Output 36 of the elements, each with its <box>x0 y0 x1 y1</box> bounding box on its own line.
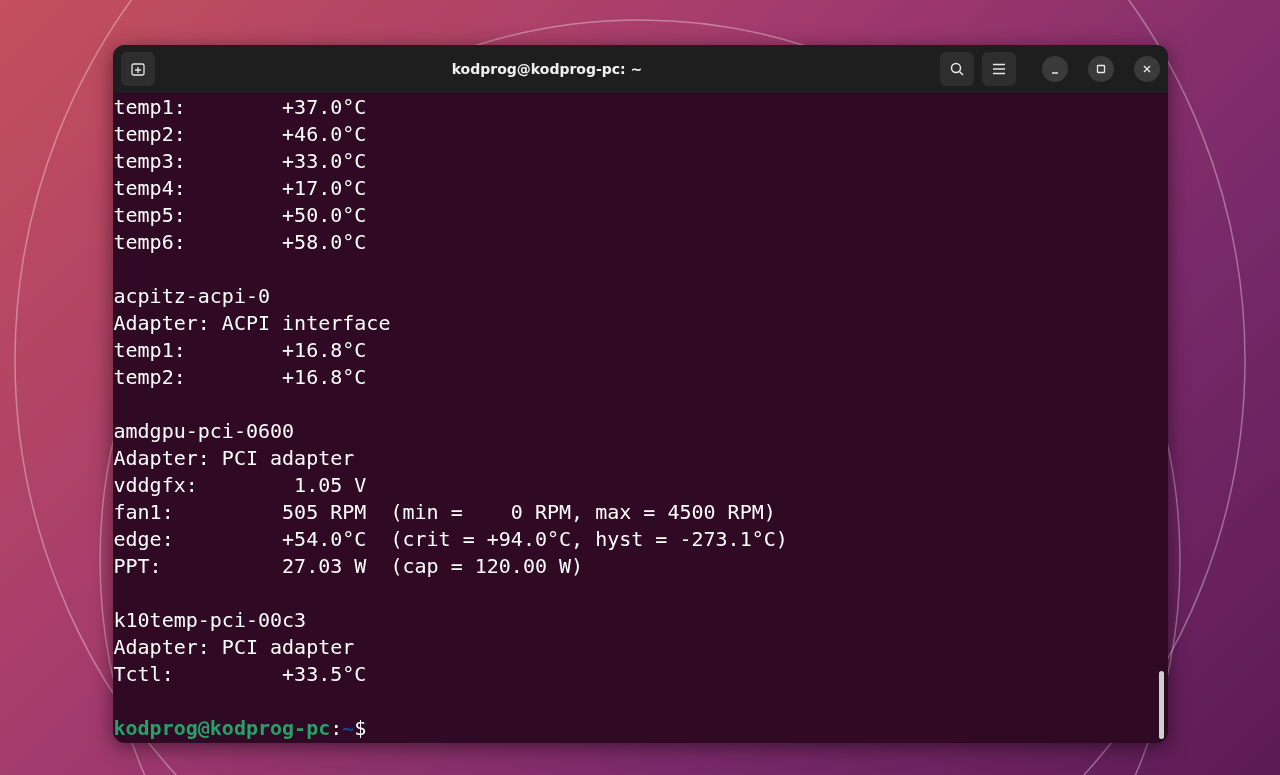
terminal-line: temp5: +50.0°C <box>113 202 367 229</box>
terminal-line: temp3: +33.0°C <box>113 148 367 175</box>
terminal-line: temp4: +17.0°C <box>113 175 367 202</box>
close-button[interactable] <box>1133 56 1160 82</box>
terminal-line: Tctl: +33.5°C <box>113 661 367 688</box>
terminal-line: acpitz-acpi-0 <box>113 283 271 310</box>
terminal-line: fan1: 505 RPM (min = 0 RPM, max = 4500 RPM) <box>113 499 776 526</box>
terminal-line: Adapter: PCI adapter <box>113 634 355 661</box>
terminal-line: Adapter: ACPI interface <box>113 310 391 337</box>
terminal-line: k10temp-pci-00c3 <box>113 607 307 634</box>
window-title: kodprog@kodprog-pc: ~ <box>451 59 643 79</box>
terminal-line: temp1: +37.0°C <box>113 94 367 121</box>
new-tab-icon <box>129 61 146 77</box>
prompt-user-host: kodprog@kodprog-pc <box>113 715 331 742</box>
terminal-line: edge: +54.0°C (crit = +94.0°C, hyst = -273.1°C) <box>113 526 788 553</box>
menu-icon <box>991 63 1006 75</box>
scrollbar-thumb[interactable] <box>1158 671 1164 739</box>
search-button[interactable] <box>939 52 974 86</box>
terminal-line: Adapter: PCI adapter <box>113 445 355 472</box>
prompt-separator: : <box>330 715 343 742</box>
terminal-line: temp1: +16.8°C <box>113 337 367 364</box>
terminal-line: vddgfx: 1.05 V <box>113 472 367 499</box>
prompt-path: ~ <box>342 715 355 742</box>
terminal-line: temp2: +46.0°C <box>113 121 367 148</box>
close-icon <box>1141 64 1152 74</box>
search-icon <box>948 61 965 77</box>
menu-button[interactable] <box>981 52 1016 86</box>
prompt-symbol: $ <box>354 715 367 742</box>
terminal-line: PPT: 27.03 W (cap = 120.00 W) <box>113 553 584 580</box>
terminal-line: temp2: +16.8°C <box>113 364 367 391</box>
terminal-line: temp6: +58.0°C <box>113 229 367 256</box>
minimize-icon <box>1050 72 1059 74</box>
maximize-icon <box>1095 64 1106 74</box>
terminal-line: amdgpu-pci-0600 <box>113 418 295 445</box>
maximize-button[interactable] <box>1087 56 1114 82</box>
new-tab-button[interactable] <box>120 52 155 86</box>
